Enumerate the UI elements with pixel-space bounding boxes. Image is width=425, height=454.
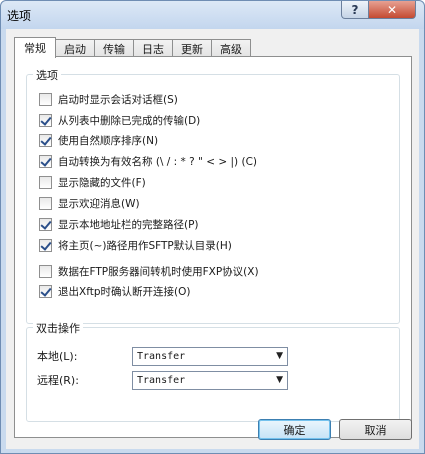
checkbox[interactable]: [39, 154, 52, 168]
tab-advanced[interactable]: 高级: [211, 39, 251, 57]
option-label: 数据在FTP服务器间转机时使用FXP协议(X): [58, 265, 259, 278]
checkbox[interactable]: [39, 113, 52, 127]
local-action-value: Transfer: [137, 350, 186, 362]
title-bar[interactable]: 选项 ? ✕: [1, 1, 424, 29]
checkbox[interactable]: [39, 92, 52, 106]
help-button[interactable]: ?: [341, 1, 369, 19]
option-label: 显示本地地址栏的完整路径(P): [58, 218, 199, 231]
option-confirm-disconnect[interactable]: 退出Xftp时确认断开连接(O): [39, 283, 190, 299]
help-icon: ?: [351, 2, 359, 17]
checkbox[interactable]: [39, 196, 52, 210]
options-group-legend: 选项: [33, 67, 61, 83]
chevron-down-icon: ▼: [276, 351, 283, 361]
option-label: 退出Xftp时确认断开连接(O): [58, 285, 191, 298]
option-home-as-sftp-default[interactable]: 将主页(~)路径用作SFTP默认目录(H): [39, 237, 232, 253]
remote-double-click-row: 远程(R): Transfer ▼: [37, 370, 288, 390]
option-natural-sort[interactable]: 使用自然顺序排序(N): [39, 132, 158, 148]
local-double-click-row: 本地(L): Transfer ▼: [37, 346, 288, 366]
option-label: 自动转换为有效名称 (\ / : * ? " < > |) (C): [58, 155, 257, 168]
tab-panel-general: 选项 启动时显示会话对话框(S) 从列表中删除已完成的传输(D) 使用自然顺序排…: [14, 56, 412, 438]
tab-general[interactable]: 常规: [14, 37, 56, 58]
dialog-client: 常规 启动 传输 日志 更新 高级 选项 启动时显示会话对话框(S) 从列表中删…: [6, 29, 419, 449]
option-show-session-dialog[interactable]: 启动时显示会话对话框(S): [39, 91, 178, 107]
option-use-fxp[interactable]: 数据在FTP服务器间转机时使用FXP协议(X): [39, 263, 259, 279]
option-label: 从列表中删除已完成的传输(D): [58, 114, 201, 127]
local-label: 本地(L):: [37, 350, 78, 363]
tab-startup[interactable]: 启动: [55, 39, 95, 57]
tab-strip: 常规 启动 传输 日志 更新 高级: [14, 37, 251, 58]
tab-transfer[interactable]: 传输: [94, 39, 134, 57]
dialog-title: 选项: [7, 9, 32, 23]
ok-button[interactable]: 确定: [258, 419, 331, 440]
option-show-welcome[interactable]: 显示欢迎消息(W): [39, 195, 140, 211]
checkbox[interactable]: [39, 284, 52, 298]
local-action-select[interactable]: Transfer ▼: [132, 346, 288, 366]
remote-label: 远程(R):: [37, 374, 79, 387]
option-show-hidden-files[interactable]: 显示隐藏的文件(F): [39, 174, 146, 190]
options-dialog: 选项 ? ✕ 常规 启动 传输 日志 更新 高级 选项 启动时显示会话对话框(S…: [0, 0, 425, 454]
tab-log[interactable]: 日志: [133, 39, 173, 57]
remote-action-select[interactable]: Transfer ▼: [132, 370, 288, 390]
option-remove-completed[interactable]: 从列表中删除已完成的传输(D): [39, 112, 200, 128]
option-full-local-path[interactable]: 显示本地地址栏的完整路径(P): [39, 216, 199, 232]
option-label: 显示隐藏的文件(F): [58, 176, 146, 189]
chevron-down-icon: ▼: [276, 375, 283, 385]
remote-action-value: Transfer: [137, 374, 186, 386]
double-click-legend: 双击操作: [33, 320, 83, 336]
option-label: 显示欢迎消息(W): [58, 197, 140, 210]
checkbox[interactable]: [39, 217, 52, 231]
option-label: 将主页(~)路径用作SFTP默认目录(H): [58, 239, 232, 252]
checkbox[interactable]: [39, 238, 52, 252]
option-auto-convert-names[interactable]: 自动转换为有效名称 (\ / : * ? " < > |) (C): [39, 153, 257, 169]
cancel-button[interactable]: 取消: [339, 419, 412, 440]
checkbox[interactable]: [39, 175, 52, 189]
close-icon: ✕: [386, 2, 398, 17]
close-button[interactable]: ✕: [368, 1, 416, 19]
option-label: 使用自然顺序排序(N): [58, 134, 159, 147]
checkbox[interactable]: [39, 264, 52, 278]
checkbox[interactable]: [39, 133, 52, 147]
option-label: 启动时显示会话对话框(S): [58, 93, 178, 106]
tab-update[interactable]: 更新: [172, 39, 212, 57]
